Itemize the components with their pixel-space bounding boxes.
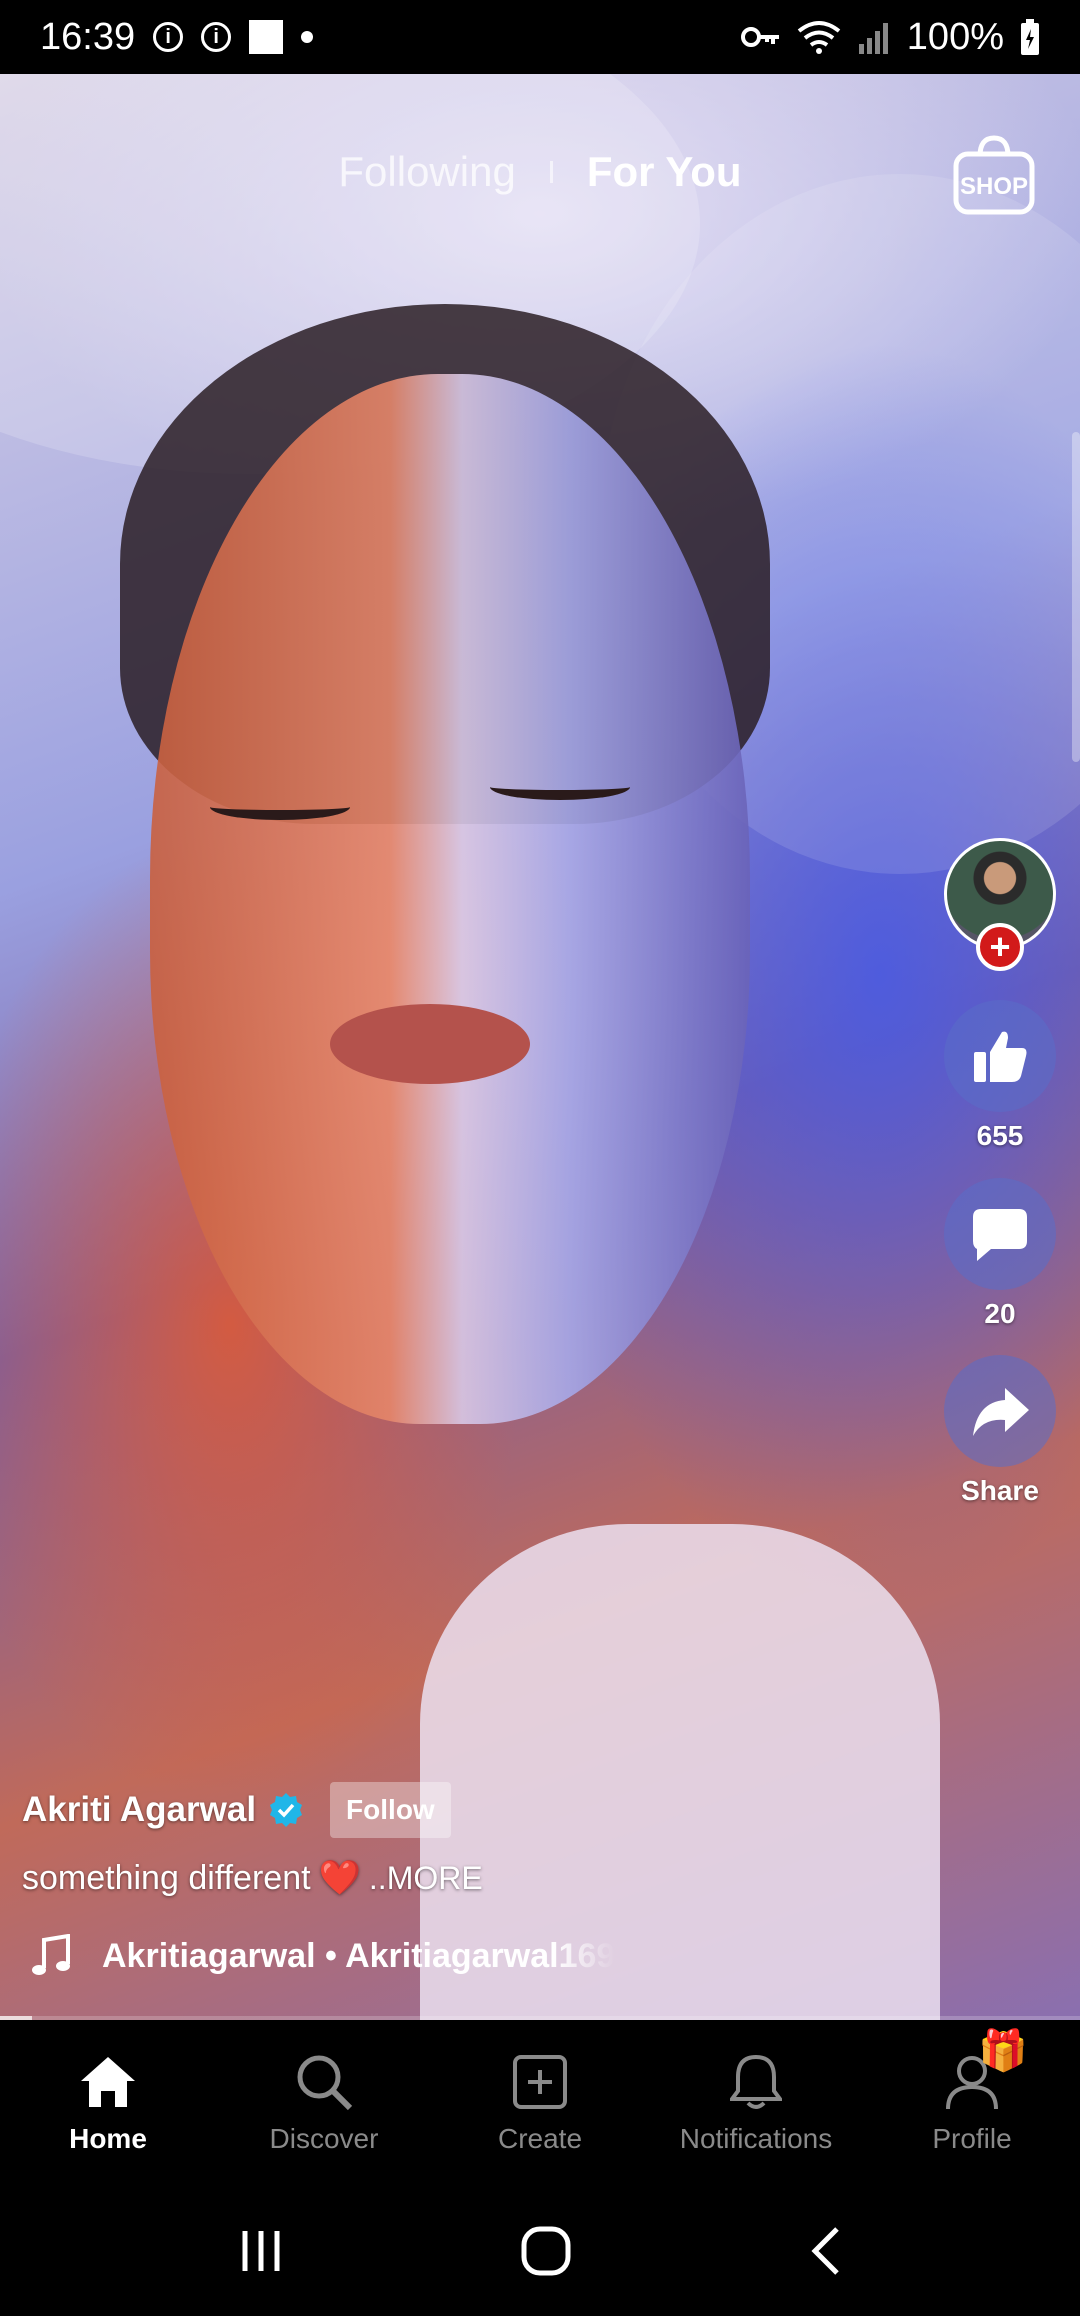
nav-home-label: Home	[69, 2123, 147, 2154]
music-note-icon	[32, 1934, 70, 1975]
shop-label: SHOP	[960, 173, 1028, 200]
video-subject-lips	[330, 1004, 530, 1084]
video-subject-face	[150, 374, 750, 1424]
thumbs-up-icon	[974, 1031, 1027, 1082]
recent-apps-icon[interactable]	[237, 2227, 285, 2275]
bell-icon	[730, 2054, 782, 2109]
comment-group: 20	[944, 1178, 1056, 1330]
nav-notifications-label: Notifications	[679, 2123, 833, 2154]
like-button[interactable]	[944, 1000, 1056, 1112]
status-time: 16:39	[40, 15, 136, 58]
search-icon	[297, 2055, 353, 2111]
video-subject-eye	[490, 774, 630, 800]
notification-dot-icon	[301, 31, 314, 43]
like-count: 655	[976, 1120, 1024, 1151]
battery-percent: 100%	[906, 15, 1004, 58]
follow-button[interactable]: Follow	[330, 1782, 451, 1838]
nav-discover-label: Discover	[269, 2123, 379, 2154]
comment-button[interactable]	[944, 1178, 1056, 1290]
scroll-handle[interactable]	[1072, 432, 1080, 762]
wifi-icon	[797, 21, 841, 54]
comment-bubble-icon	[973, 1209, 1027, 1261]
battery-charging-icon	[1021, 19, 1039, 55]
nav-profile[interactable]: 🎁 Profile	[864, 2020, 1080, 2186]
tab-divider	[549, 161, 553, 183]
creator-avatar[interactable]: +	[944, 838, 1056, 971]
share-group: Share	[944, 1355, 1056, 1507]
author-name[interactable]: Akriti Agarwal	[22, 1790, 256, 1830]
caption-text: something different	[22, 1858, 311, 1897]
shop-button[interactable]: SHOP	[952, 134, 1036, 216]
share-label: Share	[961, 1475, 1039, 1506]
caption-more-link[interactable]: ..MORE	[369, 1860, 483, 1897]
tab-for-you[interactable]: For You	[587, 148, 742, 196]
system-nav-bar	[0, 2186, 1080, 2316]
create-plus-icon	[513, 2055, 567, 2109]
home-icon	[81, 2057, 135, 2107]
home-circle-icon[interactable]	[520, 2225, 572, 2277]
nav-create-label: Create	[497, 2123, 583, 2154]
nav-profile-label: Profile	[932, 2123, 1012, 2154]
share-arrow-icon	[973, 1388, 1029, 1436]
info-icon: i	[201, 22, 232, 52]
bottom-nav: Home Discover Create Notifications 🎁 Pro…	[0, 2020, 1080, 2186]
status-bar: 16:39 i i 100%	[0, 0, 1080, 74]
nav-discover[interactable]: Discover	[216, 2020, 432, 2186]
creator-avatar-group: +	[944, 838, 1056, 971]
music-title: Akritiagarwal • Akritiagarwal169	[102, 1936, 616, 1975]
share-button[interactable]	[944, 1355, 1056, 1467]
back-chevron-icon[interactable]	[807, 2225, 843, 2277]
nav-notifications[interactable]: Notifications	[648, 2020, 864, 2186]
vpn-key-icon	[740, 27, 779, 47]
post-caption[interactable]: something different ❤️ ..MORE	[22, 1858, 483, 1898]
video-player[interactable]	[0, 74, 1080, 2020]
music-row[interactable]: Akritiagarwal • Akritiagarwal169	[30, 1934, 670, 1978]
comment-count: 20	[984, 1298, 1016, 1329]
verified-badge-icon	[270, 1793, 303, 1827]
shopping-bag-icon: SHOP	[953, 135, 1035, 215]
notification-square-icon	[249, 20, 284, 54]
caption-emoji: ❤️	[318, 1859, 361, 1897]
video-subject-eye	[210, 794, 350, 820]
gift-badge-icon: 🎁	[978, 2029, 1028, 2073]
tab-following[interactable]: Following	[338, 148, 515, 196]
info-icon: i	[153, 22, 184, 52]
nav-create[interactable]: Create	[432, 2020, 648, 2186]
signal-icon	[858, 23, 888, 54]
nav-home[interactable]: Home	[0, 2020, 216, 2186]
author-row: Akriti Agarwal Follow	[22, 1782, 451, 1838]
like-group: 655	[944, 1000, 1056, 1152]
follow-plus-badge[interactable]: +	[976, 923, 1024, 971]
feed-tabs: Following For You	[0, 148, 1080, 196]
